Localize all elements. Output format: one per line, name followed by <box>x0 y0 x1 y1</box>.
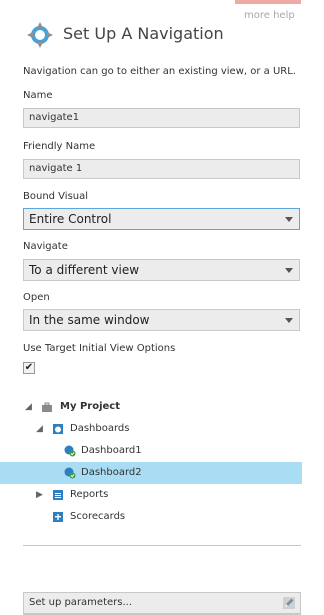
name-field[interactable]: navigate1 <box>23 108 300 128</box>
setup-parameters-field[interactable]: Set up parameters... <box>23 592 301 614</box>
navigate-value: To a different view <box>29 263 140 277</box>
tree-label: Dashboard2 <box>81 467 142 478</box>
bound-visual-value: Entire Control <box>29 212 112 226</box>
tree-item-dashboard1[interactable]: Dashboard1 <box>0 440 302 462</box>
dashboard-icon <box>64 445 76 457</box>
friendly-name-field[interactable]: navigate 1 <box>23 159 300 179</box>
expand-toggle-icon[interactable]: ▶ <box>36 490 43 500</box>
tree-item-my-project[interactable]: ◢ My Project <box>0 396 302 418</box>
reports-folder-icon <box>53 490 63 500</box>
more-help-link[interactable]: more help <box>244 10 295 21</box>
navigation-icon <box>27 22 53 48</box>
dashboard-icon <box>64 467 76 479</box>
tree-item-dashboards[interactable]: ◢ Dashboards <box>0 418 302 440</box>
expand-toggle-icon[interactable]: ◢ <box>36 424 43 434</box>
scorecards-folder-icon <box>53 512 63 522</box>
edit-icon[interactable] <box>282 596 296 610</box>
chevron-down-icon <box>285 217 293 222</box>
navigate-label: Navigate <box>23 241 68 252</box>
tree-label: Scorecards <box>70 511 126 522</box>
tree-label: Reports <box>70 489 109 500</box>
tree-label: Dashboards <box>70 423 130 434</box>
tree-item-scorecards[interactable]: Scorecards <box>0 506 302 528</box>
name-label: Name <box>23 90 53 101</box>
open-label: Open <box>23 292 50 303</box>
open-value: In the same window <box>29 313 150 327</box>
tree-label: My Project <box>60 401 120 412</box>
bound-visual-label: Bound Visual <box>23 191 89 202</box>
project-icon <box>42 402 52 412</box>
tree-label: Dashboard1 <box>81 445 142 456</box>
chevron-down-icon <box>285 318 293 323</box>
chevron-down-icon <box>285 268 293 273</box>
bound-visual-select[interactable]: Entire Control <box>23 208 300 230</box>
close-tab[interactable] <box>235 0 301 4</box>
tree-item-reports[interactable]: ▶ Reports <box>0 484 302 506</box>
target-options-label: Use Target Initial View Options <box>23 343 176 354</box>
friendly-name-label: Friendly Name <box>23 141 96 152</box>
setup-parameters-label: Set up parameters... <box>29 597 133 608</box>
dialog-title: Set Up A Navigation <box>63 24 224 43</box>
divider <box>23 545 301 546</box>
open-select[interactable]: In the same window <box>23 309 300 331</box>
target-options-checkbox[interactable]: ✔ <box>23 362 35 374</box>
expand-toggle-icon[interactable]: ◢ <box>25 402 32 412</box>
tree-item-dashboard2[interactable]: Dashboard2 <box>0 462 302 484</box>
description-text: Navigation can go to either an existing … <box>23 66 296 77</box>
dashboard-folder-icon <box>53 424 63 434</box>
navigate-select[interactable]: To a different view <box>23 259 300 281</box>
